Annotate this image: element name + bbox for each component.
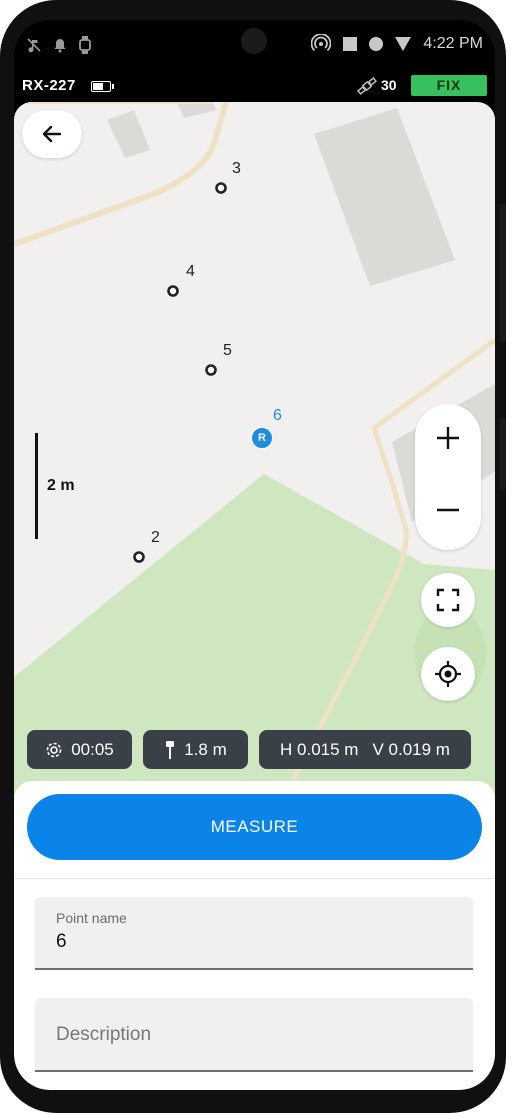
fix-status-badge: FIX [411,75,487,96]
power-button [500,418,506,490]
measure-button[interactable]: MEASURE [27,794,482,860]
current-position-marker[interactable]: R [251,427,273,449]
point-name-value: 6 [56,931,67,952]
map-scale-label: 2 m [47,477,75,494]
music-off-icon [27,38,41,53]
survey-point-marker[interactable] [166,284,180,298]
minus-icon [437,508,459,512]
current-point-label: 6 [273,407,282,424]
satellite-count: 30 [381,77,397,93]
survey-point-label: 2 [151,529,160,546]
timer-chip[interactable]: 00:05 [27,730,132,769]
phone-frame: 4:22 PM RX-227 30 FIX 3 4 5 R 6 2 2 m 00… [0,0,506,1113]
horizontal-precision: H 0.015 m [280,739,359,759]
point-name-field[interactable]: Point name 6 [35,897,473,970]
survey-point-marker[interactable] [132,550,146,564]
description-field[interactable]: Description [35,998,473,1072]
survey-point-label: 3 [232,160,241,177]
precision-chip[interactable]: H 0.015 m V 0.019 m [259,730,471,769]
receiver-name: RX-227 [22,77,76,94]
map-view[interactable]: 3 4 5 R 6 2 2 m 00:05 1.8 m H 0.015 m V … [14,102,495,802]
pole-height-value: 1.8 m [184,739,227,759]
plus-icon [437,427,459,449]
battery-icon [91,81,114,92]
status-time: 4:22 PM [423,35,483,52]
fit-to-screen-button[interactable] [421,573,475,627]
status-bar: 4:22 PM [14,20,495,66]
zoom-in-button[interactable] [415,408,481,468]
arrow-left-icon [42,125,62,143]
screen: 4:22 PM RX-227 30 FIX 3 4 5 R 6 2 2 m 00… [14,20,495,1090]
vertical-precision: V 0.019 m [372,739,450,759]
crosshair-icon [435,661,461,687]
survey-point-label: 4 [186,263,195,280]
my-location-button[interactable] [421,647,475,701]
receiver-bar: RX-227 30 FIX [14,72,495,100]
satellite-icon [357,77,377,95]
timer-value: 00:05 [71,739,114,759]
zoom-out-button[interactable] [415,480,481,540]
watch-icon [79,36,91,54]
zoom-control [415,404,481,550]
bottom-sheet: MEASURE Point name 6 Description [14,781,495,1090]
hotspot-icon [311,34,332,52]
survey-point-marker[interactable] [214,181,228,195]
back-button[interactable] [22,110,82,158]
divider [14,878,495,879]
dot-icon [369,37,384,51]
survey-point-label: 5 [223,342,232,359]
bell-icon [54,39,66,53]
map-scale-bar [35,433,38,539]
pole-icon [166,740,175,759]
description-placeholder: Description [56,1024,152,1045]
gear-icon [46,742,62,757]
fullscreen-icon [436,588,460,612]
wifi-triangle-icon [395,37,412,51]
square-icon [343,37,358,51]
point-name-label: Point name [56,910,127,926]
volume-button [500,204,506,342]
pole-height-chip[interactable]: 1.8 m [143,730,248,769]
survey-point-marker[interactable] [204,363,218,377]
